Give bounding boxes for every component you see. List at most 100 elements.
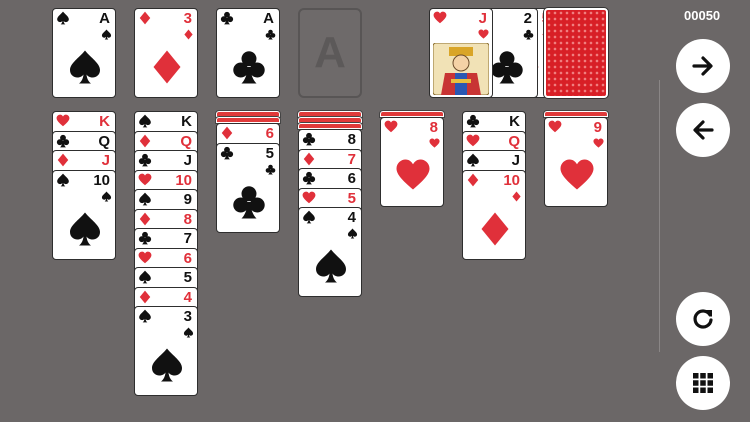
heart-icon bbox=[593, 138, 604, 148]
foundation-card[interactable]: A bbox=[216, 8, 280, 98]
diamond-icon bbox=[481, 212, 509, 245]
heart-icon bbox=[138, 173, 152, 185]
foundation-card[interactable]: A bbox=[52, 8, 116, 98]
spade-icon bbox=[101, 190, 112, 202]
card-rank: K bbox=[509, 113, 520, 130]
club-icon bbox=[302, 171, 316, 185]
tableau-card[interactable]: 5 bbox=[216, 142, 280, 233]
tableau-card[interactable]: 10 bbox=[462, 169, 526, 260]
heart-icon bbox=[396, 159, 430, 190]
diamond-icon bbox=[303, 152, 315, 165]
stock-pile[interactable] bbox=[544, 8, 608, 98]
spade-icon bbox=[139, 309, 151, 323]
card-rank: 10 bbox=[175, 171, 192, 189]
club-icon bbox=[56, 134, 70, 147]
score-display: 00050 bbox=[684, 8, 721, 23]
diamond-icon bbox=[221, 126, 233, 140]
card-rank: 8 bbox=[183, 210, 192, 228]
heart-icon bbox=[302, 191, 316, 203]
heart-icon bbox=[466, 134, 480, 146]
card-rank: K bbox=[181, 113, 192, 130]
diamond-icon bbox=[139, 290, 151, 303]
card-rank: Q bbox=[98, 132, 110, 150]
tableau-card[interactable]: 8 bbox=[380, 117, 444, 207]
spade-icon bbox=[183, 327, 194, 338]
card-rank: 3 bbox=[183, 10, 192, 27]
card-rank: Q bbox=[508, 132, 520, 150]
card-rank: 6 bbox=[183, 249, 192, 267]
tableau-card[interactable]: 10 bbox=[52, 169, 116, 260]
card-rank: J bbox=[101, 152, 110, 169]
restart-button[interactable] bbox=[676, 292, 730, 346]
heart-icon bbox=[433, 11, 447, 24]
club-icon bbox=[265, 164, 276, 175]
undo-button[interactable] bbox=[676, 103, 730, 157]
restart-icon bbox=[693, 309, 713, 329]
diamond-icon bbox=[57, 153, 69, 167]
heart-icon bbox=[548, 120, 562, 133]
menu-button[interactable] bbox=[676, 356, 730, 410]
club-icon bbox=[302, 132, 316, 146]
card-rank: 5 bbox=[347, 189, 356, 207]
card-rank: 7 bbox=[183, 230, 192, 247]
heart-icon bbox=[429, 138, 440, 148]
spade-icon bbox=[139, 270, 151, 284]
waste-card[interactable]: J bbox=[429, 8, 493, 98]
grid-icon bbox=[693, 373, 713, 393]
diamond-icon bbox=[139, 212, 151, 225]
foundation-slot-empty[interactable]: A bbox=[298, 8, 362, 98]
foundation-card[interactable]: 3 bbox=[134, 8, 198, 98]
spade-icon bbox=[70, 212, 100, 245]
heart-icon bbox=[56, 114, 70, 127]
card-rank: J bbox=[183, 152, 192, 169]
club-icon bbox=[491, 51, 523, 84]
spade-icon bbox=[139, 192, 151, 206]
diamond-icon bbox=[467, 173, 479, 186]
spade-icon bbox=[303, 210, 315, 224]
card-rank: A bbox=[263, 10, 274, 27]
tableau-card[interactable]: 3 bbox=[134, 306, 198, 396]
card-rank: 6 bbox=[347, 170, 356, 187]
spade-icon bbox=[70, 50, 100, 84]
card-rank: J bbox=[478, 10, 487, 27]
jack-face-icon bbox=[433, 43, 489, 95]
foundation-slot-label: A bbox=[314, 28, 346, 77]
heart-icon bbox=[384, 120, 398, 133]
card-rank: 10 bbox=[503, 171, 520, 189]
card-rank: A bbox=[99, 10, 110, 27]
card-rank: 10 bbox=[93, 171, 110, 189]
card-rank: K bbox=[99, 113, 110, 130]
club-icon bbox=[220, 146, 234, 159]
club-icon bbox=[233, 185, 265, 218]
card-rank: 9 bbox=[593, 119, 602, 136]
card-rank: 5 bbox=[183, 269, 192, 286]
tableau-card[interactable]: 4 bbox=[298, 207, 362, 297]
card-rank: 8 bbox=[347, 131, 356, 148]
card-rank: J bbox=[511, 152, 520, 169]
club-icon bbox=[220, 11, 234, 25]
card-rank: 3 bbox=[183, 308, 192, 325]
spade-icon bbox=[139, 114, 151, 128]
redo-button[interactable] bbox=[676, 39, 730, 93]
club-icon bbox=[466, 114, 480, 128]
diamond-icon bbox=[184, 29, 193, 40]
card-rank: 4 bbox=[347, 209, 356, 226]
card-rank: 5 bbox=[265, 144, 274, 162]
heart-icon bbox=[560, 159, 594, 190]
spade-icon bbox=[467, 153, 479, 167]
spade-icon bbox=[57, 173, 69, 186]
card-rank: 4 bbox=[183, 288, 192, 306]
diamond-icon bbox=[139, 134, 151, 147]
card-rank: 9 bbox=[183, 191, 192, 208]
arrow-left-icon bbox=[693, 120, 714, 140]
heart-icon bbox=[478, 29, 489, 39]
club-icon bbox=[265, 29, 276, 40]
spade-icon bbox=[316, 249, 346, 283]
arrow-right-icon bbox=[692, 56, 713, 76]
spade-icon bbox=[57, 11, 69, 25]
club-icon bbox=[523, 29, 534, 40]
tableau-card[interactable]: 9 bbox=[544, 117, 608, 207]
club-icon bbox=[138, 231, 152, 245]
diamond-icon bbox=[139, 11, 151, 25]
diamond-icon bbox=[153, 50, 181, 84]
